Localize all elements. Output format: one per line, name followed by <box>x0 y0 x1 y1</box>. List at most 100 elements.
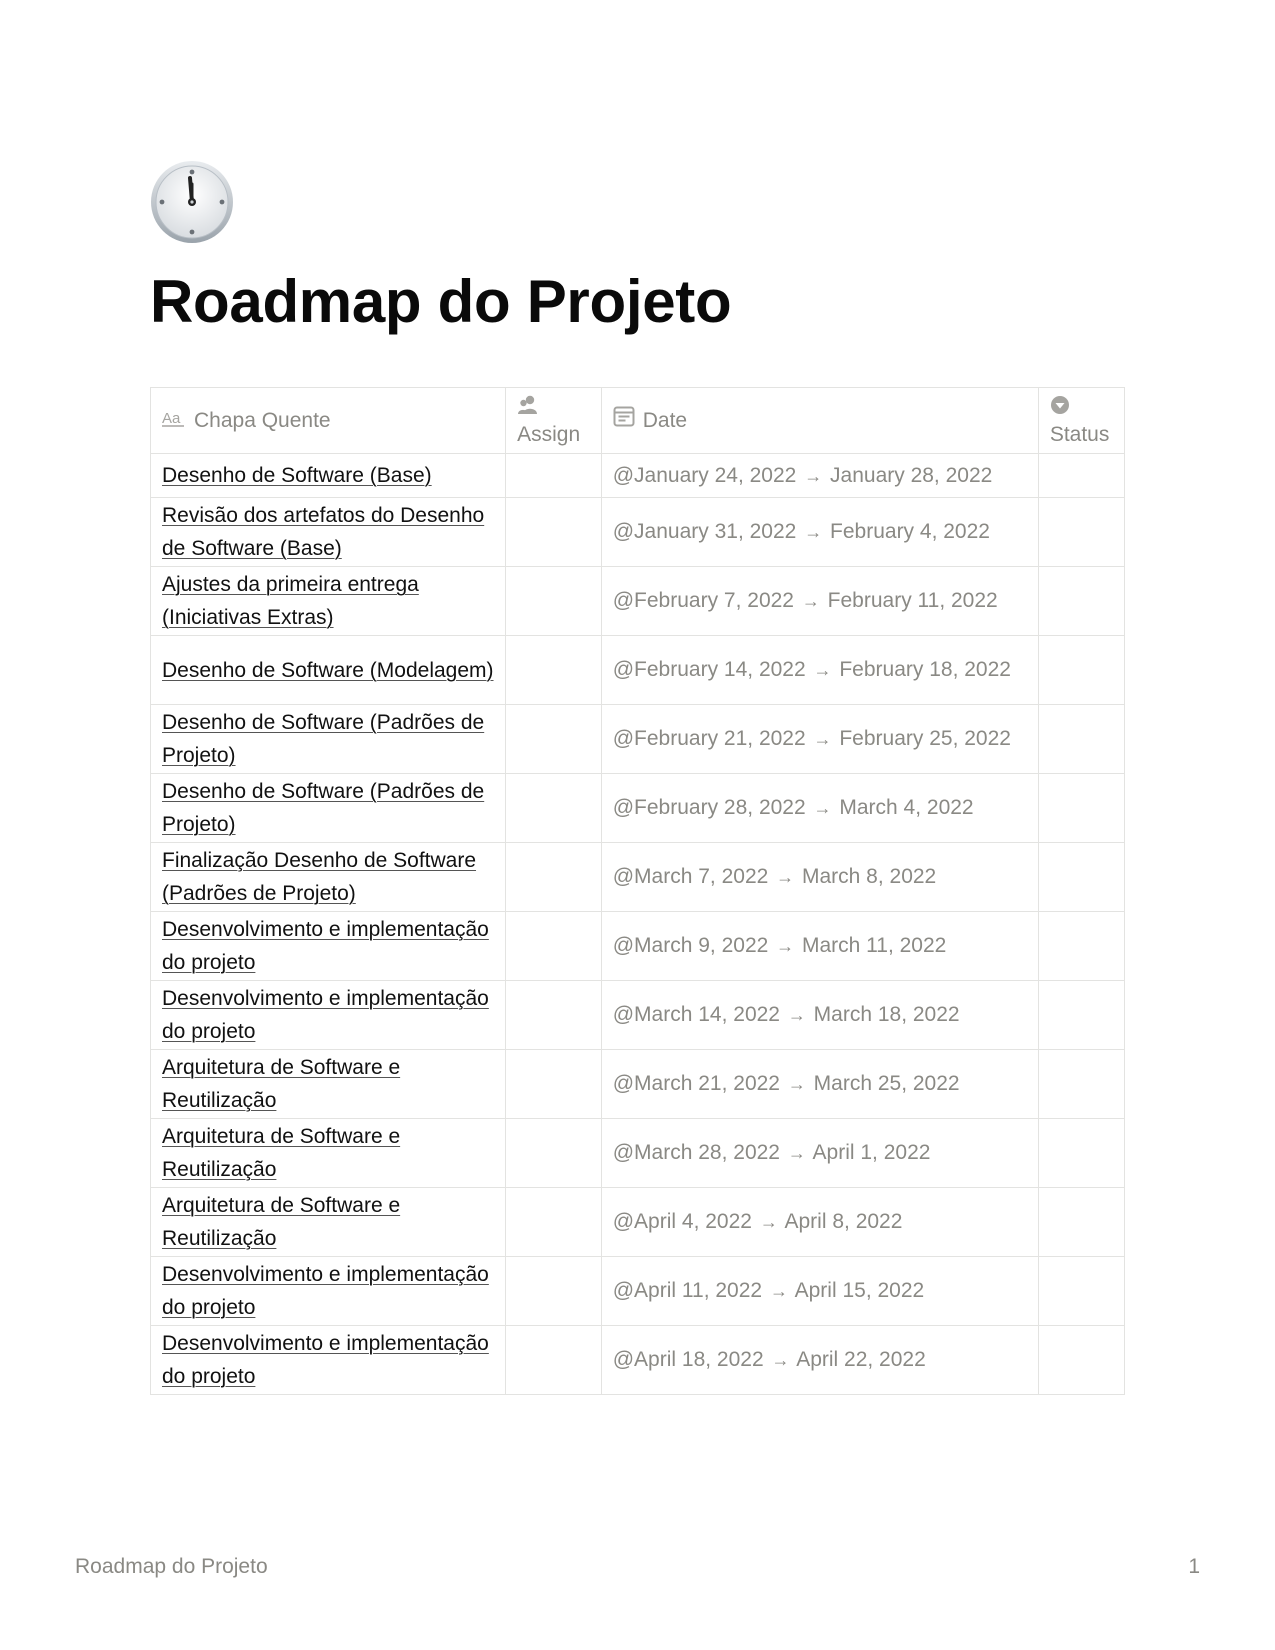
cell-date[interactable]: @January 24, 2022 → January 28, 2022 <box>600 453 1039 498</box>
table-row[interactable]: Desenho de Software (Modelagem) @February… <box>149 635 1126 705</box>
row-title-link[interactable]: Finalização Desenho de Software (Padrões… <box>162 849 476 905</box>
row-title-link[interactable]: Ajustes da primeira entrega (Iniciativas… <box>162 573 419 629</box>
cell-name: Ajustes da primeira entrega (Iniciativas… <box>149 566 507 636</box>
cell-status[interactable] <box>1037 704 1126 774</box>
row-title-link[interactable]: Desenvolvimento e implementação do proje… <box>162 1263 489 1319</box>
cell-status[interactable] <box>1037 980 1126 1050</box>
row-title-link[interactable]: Desenvolvimento e implementação do proje… <box>162 1332 489 1388</box>
cell-status[interactable] <box>1037 1256 1126 1326</box>
cell-assign[interactable] <box>505 980 602 1050</box>
date-end: March 8, 2022 <box>801 865 937 888</box>
date-start: @April 18, 2022 <box>612 1348 764 1371</box>
table-row[interactable]: Desenho de Software (Padrões de Projeto)… <box>149 773 1126 843</box>
column-header-status[interactable]: Status <box>1037 387 1126 454</box>
date-end: April 22, 2022 <box>796 1348 926 1371</box>
cell-assign[interactable] <box>505 842 602 912</box>
date-end: March 18, 2022 <box>813 1003 960 1026</box>
select-property-icon <box>1050 395 1070 423</box>
cell-status[interactable] <box>1037 1187 1126 1257</box>
cell-assign[interactable] <box>505 1256 602 1326</box>
table-row[interactable]: Arquitetura de Software e Reutilização @M… <box>149 1049 1126 1119</box>
row-title-link[interactable]: Desenvolvimento e implementação do proje… <box>162 918 489 974</box>
row-title-link[interactable]: Desenho de Software (Modelagem) <box>162 659 494 682</box>
row-title-link[interactable]: Desenho de Software (Base) <box>162 464 432 487</box>
cell-date[interactable]: @March 7, 2022 → March 8, 2022 <box>600 842 1039 912</box>
row-title-link[interactable]: Desenho de Software (Padrões de Projeto) <box>162 780 484 836</box>
date-start: @March 21, 2022 <box>612 1072 780 1095</box>
cell-date[interactable]: @March 28, 2022 → April 1, 2022 <box>600 1118 1039 1188</box>
row-title-link[interactable]: Arquitetura de Software e Reutilização <box>162 1056 400 1112</box>
date-start: @April 4, 2022 <box>612 1210 752 1233</box>
table-row[interactable]: Desenvolvimento e implementação do proje… <box>149 1256 1126 1326</box>
cell-status[interactable] <box>1037 1118 1126 1188</box>
cell-status[interactable] <box>1037 1325 1126 1395</box>
cell-name: Arquitetura de Software e Reutilização <box>149 1187 507 1257</box>
cell-date[interactable]: @March 9, 2022 → March 11, 2022 <box>600 911 1039 981</box>
cell-date[interactable]: @February 21, 2022 → February 25, 2022 <box>600 704 1039 774</box>
table-row[interactable]: Desenho de Software (Base) @January 24, 2… <box>149 453 1126 498</box>
person-property-icon <box>517 395 539 423</box>
date-range-arrow-icon: → <box>769 1281 788 1301</box>
column-header-date[interactable]: Date <box>600 387 1039 454</box>
table-row[interactable]: Ajustes da primeira entrega (Iniciativas… <box>149 566 1126 636</box>
cell-status[interactable] <box>1037 566 1126 636</box>
cell-assign[interactable] <box>505 1325 602 1395</box>
row-title-link[interactable]: Desenho de Software (Padrões de Projeto) <box>162 711 484 767</box>
cell-status[interactable] <box>1037 497 1126 567</box>
cell-date[interactable]: @February 14, 2022 → February 18, 2022 <box>600 635 1039 705</box>
date-start: @March 9, 2022 <box>612 934 769 957</box>
cell-status[interactable] <box>1037 1049 1126 1119</box>
cell-assign[interactable] <box>505 635 602 705</box>
cell-assign[interactable] <box>505 453 602 498</box>
svg-text:Aa: Aa <box>162 410 181 427</box>
cell-status[interactable] <box>1037 911 1126 981</box>
cell-date[interactable]: @April 11, 2022 → April 15, 2022 <box>600 1256 1039 1326</box>
row-title-link[interactable]: Arquitetura de Software e Reutilização <box>162 1125 400 1181</box>
cell-name: Desenho de Software (Modelagem) <box>149 635 507 705</box>
date-range-arrow-icon: → <box>804 522 823 542</box>
cell-date[interactable]: @February 7, 2022 → February 11, 2022 <box>600 566 1039 636</box>
table-row[interactable]: Arquitetura de Software e Reutilização @A… <box>149 1187 1126 1257</box>
cell-assign[interactable] <box>505 1049 602 1119</box>
cell-date[interactable]: @January 31, 2022 → February 4, 2022 <box>600 497 1039 567</box>
table-row[interactable]: Desenvolvimento e implementação do proje… <box>149 1325 1126 1395</box>
table-row[interactable]: Desenvolvimento e implementação do proje… <box>149 911 1126 981</box>
column-header-name[interactable]: Aa Chapa Quente <box>149 387 507 454</box>
row-title-link[interactable]: Desenvolvimento e implementação do proje… <box>162 987 489 1043</box>
clock-emoji-icon <box>150 160 234 244</box>
cell-date[interactable]: @April 18, 2022 → April 22, 2022 <box>600 1325 1039 1395</box>
row-title-link[interactable]: Arquitetura de Software e Reutilização <box>162 1194 400 1250</box>
cell-name: Desenho de Software (Padrões de Projeto) <box>149 704 507 774</box>
cell-assign[interactable] <box>505 911 602 981</box>
cell-status[interactable] <box>1037 453 1126 498</box>
table-row[interactable]: Revisão dos artefatos do Desenho de Soft… <box>149 497 1126 567</box>
row-title-link[interactable]: Revisão dos artefatos do Desenho de Soft… <box>162 504 484 560</box>
date-range-arrow-icon: → <box>787 1143 806 1163</box>
cell-name: Desenvolvimento e implementação do proje… <box>149 1256 507 1326</box>
cell-assign[interactable] <box>505 1187 602 1257</box>
date-end: January 28, 2022 <box>830 463 993 487</box>
cell-date[interactable]: @March 14, 2022 → March 18, 2022 <box>600 980 1039 1050</box>
cell-date[interactable]: @February 28, 2022 → March 4, 2022 <box>600 773 1039 843</box>
column-header-assign[interactable]: Assign <box>505 387 602 454</box>
table-row[interactable]: Desenvolvimento e implementação do proje… <box>149 980 1126 1050</box>
table-row[interactable]: Finalização Desenho de Software (Padrões… <box>149 842 1126 912</box>
table-row[interactable]: Arquitetura de Software e Reutilização @M… <box>149 1118 1126 1188</box>
date-end: February 18, 2022 <box>839 658 1011 681</box>
date-range-arrow-icon: → <box>776 867 795 887</box>
table-header-row: Aa Chapa Quente Assign Date Status <box>149 387 1126 454</box>
cell-status[interactable] <box>1037 842 1126 912</box>
table-row[interactable]: Desenho de Software (Padrões de Projeto)… <box>149 704 1126 774</box>
cell-status[interactable] <box>1037 635 1126 705</box>
cell-assign[interactable] <box>505 497 602 567</box>
cell-assign[interactable] <box>505 1118 602 1188</box>
date-range-arrow-icon: → <box>776 936 795 956</box>
cell-date[interactable]: @March 21, 2022 → March 25, 2022 <box>600 1049 1039 1119</box>
cell-date[interactable]: @April 4, 2022 → April 8, 2022 <box>600 1187 1039 1257</box>
page-title: Roadmap do Projeto <box>150 268 732 335</box>
cell-status[interactable] <box>1037 773 1126 843</box>
cell-assign[interactable] <box>505 773 602 843</box>
cell-assign[interactable] <box>505 566 602 636</box>
cell-assign[interactable] <box>505 704 602 774</box>
date-start: @February 28, 2022 <box>612 796 806 819</box>
